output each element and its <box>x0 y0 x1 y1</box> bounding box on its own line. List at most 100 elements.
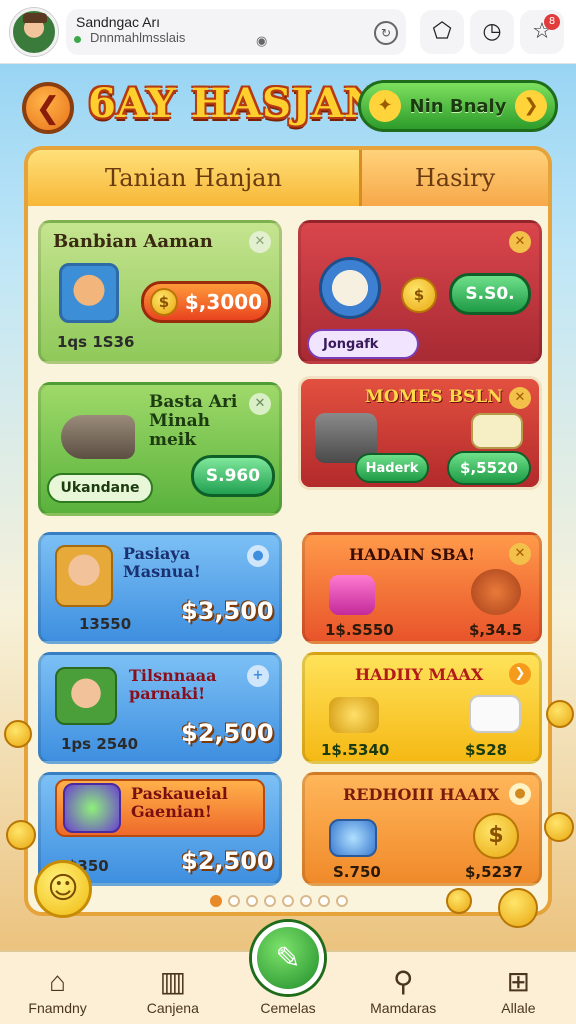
sparkle-icon: ✦ <box>369 90 401 122</box>
coin-icon <box>498 888 538 928</box>
right-value: $S28 <box>465 741 508 759</box>
chevron-right-icon[interactable]: ❯ <box>509 663 531 685</box>
item-count: 13550 <box>79 615 132 633</box>
coin-icon <box>546 700 574 728</box>
page-dot[interactable] <box>246 895 258 907</box>
tag-chip[interactable]: Jongafk <box>307 329 419 359</box>
notification-badge: 8 <box>544 13 560 30</box>
search-icon: ⚲ <box>392 966 414 997</box>
buy-button[interactable]: S.960 <box>191 455 275 497</box>
back-arrow-icon: ❮ <box>35 90 61 126</box>
title-line: Paskaueial <box>131 784 228 803</box>
nav-home[interactable]: ⌂ Fnamdny <box>0 952 115 1024</box>
card-title: Tilsnnaaa parnaki! <box>129 667 216 703</box>
close-icon[interactable]: ✕ <box>249 393 271 415</box>
page-indicator[interactable] <box>210 895 348 907</box>
tab-history[interactable]: Hasiry <box>362 150 548 206</box>
right-value: $,34.5 <box>469 621 523 639</box>
refresh-icon[interactable]: ↻ <box>374 20 398 45</box>
close-icon[interactable]: ✕ <box>509 543 531 565</box>
coin-icon <box>4 720 32 748</box>
shield-icon[interactable]: ⬠ <box>420 9 464 54</box>
page-dot[interactable] <box>264 895 276 907</box>
pencil-icon: ✎ <box>275 940 301 976</box>
nav-bucket[interactable]: ▥ Canjena <box>115 952 230 1024</box>
gift-box-image <box>329 575 375 615</box>
title-line: meik <box>149 430 197 450</box>
shop-card[interactable]: Banbian Aaman ✕ $ $,3000 1qs 1S36 <box>38 220 282 364</box>
card-title: HADIIY MAAX <box>355 665 484 684</box>
page-title: Sandngac Arı <box>76 13 161 30</box>
title-line: Gaenian! <box>131 802 212 821</box>
title-line: Tilsnnaaa <box>129 666 217 685</box>
nav-label: Allale <box>501 1000 536 1016</box>
page-dot[interactable] <box>300 895 312 907</box>
page-dot[interactable] <box>282 895 294 907</box>
center-action-button[interactable]: ✎ <box>252 922 324 994</box>
bear-image <box>471 569 521 615</box>
shop-card[interactable]: Basta Ari Minah meik ✕ Ukandane S.960 <box>38 382 282 516</box>
address-bar[interactable]: Sandngac Arı Dnnmahlmsslais ◉ ↻ <box>66 8 406 55</box>
page-dot[interactable] <box>336 895 348 907</box>
title-line: Minah <box>149 411 211 431</box>
shop-card[interactable]: Pasiaya Masnua! ● 13550 $3,500 <box>38 532 282 644</box>
price-label: S.S0. <box>465 284 515 304</box>
nav-grid[interactable]: ⊞ Allale <box>461 952 576 1024</box>
globe-icon: ◉ <box>256 33 268 49</box>
top-action-label: Nin Bnaly <box>409 95 507 117</box>
gem-image <box>63 783 121 833</box>
shop-panel: Tanian Hanjan Hasiry Banbian Aaman ✕ $ $… <box>24 146 552 916</box>
device-image <box>329 819 377 857</box>
tool-icon <box>319 257 381 319</box>
price-label: $3,500 <box>181 597 274 625</box>
close-icon[interactable]: ✕ <box>509 231 531 253</box>
page-dot[interactable] <box>210 895 222 907</box>
back-button[interactable]: ❮ <box>22 82 74 134</box>
shop-card[interactable]: HADAIN SBA! ✕ 1$.S550 $,34.5 <box>302 532 542 644</box>
clock-icon[interactable]: ◷ <box>470 9 514 54</box>
close-icon[interactable]: ✕ <box>509 387 531 409</box>
shop-card[interactable]: ✕ $ S.S0. Jongafk <box>298 220 542 364</box>
card-title: MOMES BSLN <box>365 387 503 407</box>
card-title: Basta Ari Minah meik <box>149 393 237 450</box>
title-line: Pasiaya <box>123 544 191 563</box>
buy-button[interactable]: S.S0. <box>449 273 531 315</box>
nav-label: Canjena <box>146 1000 199 1016</box>
category-button[interactable]: Ukandane <box>47 473 153 503</box>
page-dot[interactable] <box>318 895 330 907</box>
coin-icon <box>6 820 36 850</box>
coin-stack-image <box>329 697 379 733</box>
shop-card[interactable]: REDHOIII HAAIX ● $ S.750 $,5237 <box>302 772 542 886</box>
item-count: 1qs 1S36 <box>57 333 135 351</box>
secure-dot-icon <box>74 35 81 43</box>
character-portrait <box>55 667 117 725</box>
grid-icon: ⊞ <box>506 966 531 997</box>
price-label: $,3000 <box>184 290 263 314</box>
avatar[interactable] <box>10 7 58 56</box>
left-value: 1$.S550 <box>325 621 394 639</box>
price-label: $2,500 <box>181 847 274 875</box>
shop-card[interactable]: MOMES BSLN ✕ Haderk $,5520 <box>298 376 542 490</box>
item-count: 1ps 2540 <box>61 735 139 753</box>
card-title: Banbian Aaman <box>53 231 213 252</box>
game-title: 6AY HASJAN <box>88 80 382 127</box>
plus-icon[interactable]: + <box>247 665 269 687</box>
star-icon[interactable]: ☆ 8 <box>520 9 564 54</box>
page-dot[interactable] <box>228 895 240 907</box>
nav-search[interactable]: ⚲ Mamdaras <box>346 952 461 1024</box>
close-icon[interactable]: ✕ <box>249 231 271 253</box>
buy-button[interactable]: $ $,3000 <box>141 281 271 323</box>
browser-bar: Sandngac Arı Dnnmahlmsslais ◉ ↻ ⬠ ◷ ☆ 8 <box>0 0 576 64</box>
item-image <box>61 415 135 459</box>
left-value: 1$.5340 <box>321 741 390 759</box>
info-icon[interactable]: ● <box>247 545 269 567</box>
info-icon[interactable]: ● <box>509 783 531 805</box>
top-action-button[interactable]: ✦ Nin Bnaly ❯ <box>358 80 558 132</box>
action-label: Haderk <box>365 460 419 476</box>
buy-button[interactable]: $,5520 <box>447 451 531 485</box>
shop-card[interactable]: Tilsnnaaa parnaki! + 1ps 2540 $2,500 <box>38 652 282 764</box>
tab-main[interactable]: Tanian Hanjan <box>28 150 362 206</box>
action-button[interactable]: Haderk <box>355 453 429 483</box>
shop-card[interactable]: HADIIY MAAX ❯ 1$.5340 $S28 <box>302 652 542 764</box>
card-title: Pasiaya Masnua! <box>123 545 201 581</box>
